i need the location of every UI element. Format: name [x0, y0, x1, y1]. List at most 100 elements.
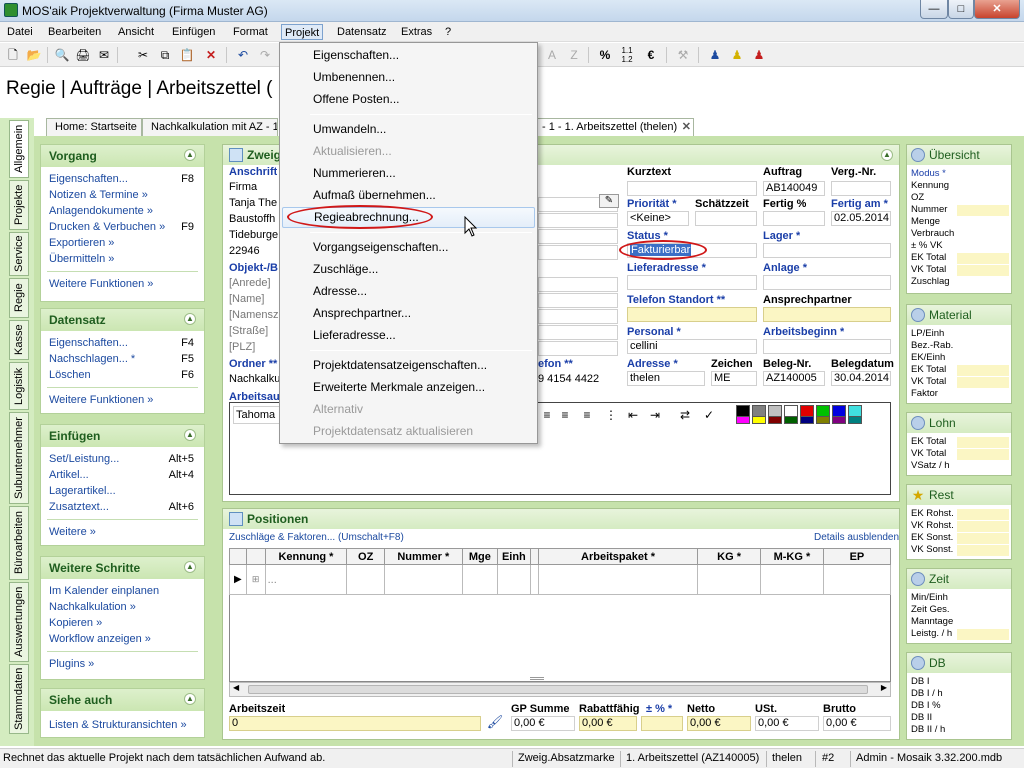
menu-extras[interactable]: Extras — [398, 24, 435, 40]
col-nummer[interactable]: Nummer * — [384, 548, 463, 565]
user-blue-icon[interactable]: ♟ — [706, 46, 724, 64]
cell-arbeitspaket[interactable] — [537, 564, 699, 595]
objekt-plz[interactable]: [PLZ] — [229, 341, 279, 353]
link-kopieren[interactable]: Kopieren » — [41, 615, 204, 631]
address-line[interactable]: Tideburge — [229, 229, 279, 241]
vtab-projekte[interactable]: Projekte — [9, 180, 29, 230]
address-line[interactable]: Firma — [229, 181, 279, 193]
menu-item-vorgangseigenschaften[interactable]: Vorgangseigenschaften... — [282, 237, 535, 258]
panel-einfuegen-header[interactable]: Einfügen ▲ — [41, 425, 204, 447]
scroll-right-icon[interactable]: ▶ — [881, 683, 887, 692]
address-line[interactable]: Tanja The — [229, 197, 279, 209]
justify-icon[interactable]: ≡ — [578, 406, 596, 424]
color-swatch[interactable] — [816, 416, 830, 424]
link-ds-eigenschaften[interactable]: Eigenschaften... F4 — [41, 335, 204, 351]
kurztext-field[interactable] — [627, 181, 757, 196]
color-swatch[interactable] — [784, 416, 798, 424]
vtab-bueroarbeiten[interactable]: Büroarbeiten — [9, 506, 29, 580]
telefon-standort-field[interactable] — [627, 307, 757, 322]
scroll-left-icon[interactable]: ◀ — [233, 683, 239, 692]
kv-value[interactable] — [957, 341, 1009, 352]
menu-item-umbenennen[interactable]: Umbenennen... — [282, 67, 535, 88]
fertig-field[interactable] — [763, 211, 825, 226]
vtab-allgemein[interactable]: Allgemein — [9, 120, 29, 178]
menu-item-eigenschaften[interactable]: Eigenschaften... — [282, 45, 535, 66]
kv-value[interactable] — [957, 629, 1009, 640]
address-line[interactable]: 22946 — [229, 245, 279, 257]
color-swatch[interactable] — [832, 416, 846, 424]
objekt-namenszusatz[interactable]: [Namensz — [229, 309, 279, 321]
field-blank[interactable] — [538, 277, 618, 292]
copy-icon[interactable]: ⧉ — [156, 46, 174, 64]
table-row[interactable]: ▶ ⊞ ... — [229, 564, 892, 595]
kv-value[interactable] — [957, 617, 1009, 628]
panel-zeit-header[interactable]: Zeit — [907, 569, 1011, 589]
menu-item-offene-posten[interactable]: Offene Posten... — [282, 89, 535, 110]
collapse-icon[interactable]: ▲ — [184, 561, 196, 573]
link-listen[interactable]: Listen & Strukturansichten » — [41, 717, 204, 733]
kv-value[interactable] — [957, 365, 1009, 376]
menu-bearbeiten[interactable]: Bearbeiten — [45, 24, 104, 40]
vtab-stammdaten[interactable]: Stammdaten — [9, 664, 29, 734]
close-tab-icon[interactable]: ✕ — [682, 120, 691, 133]
cut-icon[interactable]: ✂ — [134, 46, 152, 64]
auftrag-field[interactable]: AB140049 — [763, 181, 825, 196]
field-blank[interactable] — [538, 245, 618, 260]
color-swatch[interactable] — [736, 416, 750, 424]
personal-field[interactable]: cellini — [627, 339, 757, 354]
splitter-handle[interactable] — [530, 677, 544, 680]
field-blank[interactable] — [538, 309, 618, 324]
collapse-icon[interactable]: ▲ — [184, 313, 196, 325]
details-ausblenden-link[interactable]: Details ausblenden — [814, 532, 899, 543]
kv-value[interactable] — [957, 521, 1009, 532]
spellcheck-icon[interactable]: ✓ — [700, 406, 718, 424]
adresse-field[interactable]: thelen — [627, 371, 705, 386]
cell-kg[interactable] — [697, 564, 762, 595]
cell-oz[interactable] — [346, 564, 386, 595]
align-right-icon[interactable]: ≡ — [556, 406, 574, 424]
zeichen-field[interactable]: ME — [711, 371, 757, 386]
kv-value[interactable] — [957, 277, 1009, 288]
kv-value[interactable] — [957, 593, 1009, 604]
panel-vorgang-header[interactable]: Vorgang ▲ — [41, 145, 204, 167]
menu-item-adresse[interactable]: Adresse... — [282, 281, 535, 302]
link-weitere-funktionen[interactable]: Weitere Funktionen » — [41, 276, 204, 292]
link-anlagendokumente[interactable]: Anlagendokumente » — [41, 203, 204, 219]
kv-value[interactable] — [957, 437, 1009, 448]
kv-value[interactable] — [957, 533, 1009, 544]
link-loeschen[interactable]: Löschen F6 — [41, 367, 204, 383]
field-blank[interactable] — [538, 293, 618, 308]
sort-za-icon[interactable]: Z — [565, 46, 583, 64]
field-blank[interactable] — [538, 325, 618, 340]
col-oz[interactable]: OZ — [346, 548, 386, 565]
new-icon[interactable]: 🗋 — [4, 46, 22, 64]
objekt-name[interactable]: [Name] — [229, 293, 279, 305]
kv-value[interactable] — [957, 265, 1009, 276]
vtab-kasse[interactable]: Kasse — [9, 320, 29, 360]
panel-weitere-header[interactable]: Weitere Schritte ▲ — [41, 557, 204, 579]
menu-ansicht[interactable]: Ansicht — [115, 24, 157, 40]
scrollbar-thumb[interactable] — [248, 685, 868, 694]
col-einh[interactable]: Einh — [497, 548, 531, 565]
kv-value[interactable] — [957, 229, 1009, 240]
gp-summe-field[interactable]: 0,00 € — [511, 716, 575, 731]
panel-lohn-header[interactable]: Lohn — [907, 413, 1011, 433]
collapse-icon[interactable]: ▲ — [881, 149, 893, 161]
ansprechpartner-field[interactable] — [763, 307, 891, 322]
brush-icon[interactable]: 🖌 — [485, 714, 505, 732]
ust-field[interactable]: 0,00 € — [755, 716, 819, 731]
link-set-leistung[interactable]: Set/Leistung... Alt+5 — [41, 451, 204, 467]
beleg-field[interactable]: AZ140005 — [763, 371, 825, 386]
brutto-field[interactable]: 0,00 € — [823, 716, 891, 731]
address-line[interactable]: Baustoffh — [229, 213, 279, 225]
zuschlaege-link[interactable]: Zuschläge & Faktoren... (Umschalt+F8) — [229, 532, 404, 543]
panel-db-header[interactable]: DB — [907, 653, 1011, 673]
menu-item-projektdatensatz-aktualisieren[interactable]: Projektdatensatz aktualisieren — [282, 421, 535, 442]
menu-item-aktualisieren[interactable]: Aktualisieren... — [282, 141, 535, 162]
indent-icon[interactable]: ⇥ — [646, 406, 664, 424]
send-icon[interactable]: ✉ — [95, 46, 113, 64]
anlage-field[interactable] — [763, 275, 891, 290]
field-blank[interactable] — [538, 229, 618, 244]
belegdatum-field[interactable]: 30.04.2014 — [831, 371, 891, 386]
tab-startseite[interactable]: Home: Startseite — [46, 118, 142, 136]
